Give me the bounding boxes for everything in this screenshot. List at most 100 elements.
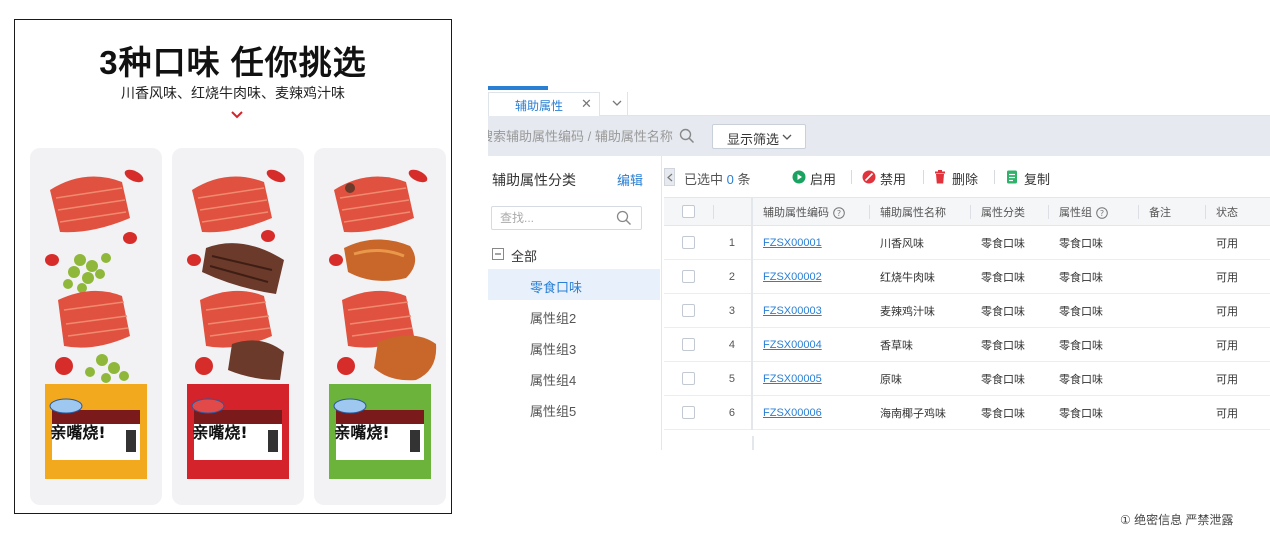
- row-status: 可用: [1206, 361, 1270, 396]
- table-row[interactable]: 6 FZSX00006 海南椰子鸡味 零食口味 零食口味 可用: [664, 395, 1270, 430]
- header-remark[interactable]: 备注: [1139, 197, 1206, 226]
- search-icon[interactable]: [679, 128, 695, 144]
- row-group: 零食口味: [1049, 361, 1139, 396]
- row-index: 2: [714, 259, 753, 294]
- tree-item-group2[interactable]: 属性组2: [488, 300, 660, 331]
- divider: [994, 170, 995, 184]
- header-status-label: 状态: [1216, 206, 1238, 219]
- divider: [923, 170, 924, 184]
- row-status: 可用: [1206, 259, 1270, 294]
- tab-aux-attribute[interactable]: 辅助属性 ✕: [488, 92, 600, 116]
- tree-item-group4[interactable]: 属性组4: [488, 362, 660, 393]
- search-icon[interactable]: [616, 210, 632, 226]
- row-index: 3: [714, 293, 753, 328]
- row-remark: [1139, 361, 1206, 396]
- row-checkbox[interactable]: [682, 304, 695, 317]
- row-name: 川香风味: [870, 225, 971, 260]
- divider: [851, 170, 852, 184]
- header-code-label: 辅助属性编码: [763, 206, 829, 219]
- category-edit-link[interactable]: 编辑: [617, 170, 643, 189]
- search-box: [488, 124, 703, 148]
- row-checkbox[interactable]: [682, 406, 695, 419]
- row-code-link[interactable]: FZSX00003: [763, 305, 822, 317]
- search-input[interactable]: [488, 124, 700, 148]
- row-checkbox[interactable]: [682, 338, 695, 351]
- row-category: 零食口味: [971, 293, 1049, 328]
- table-row[interactable]: 5 FZSX00005 原味 零食口味 零食口味 可用: [664, 361, 1270, 396]
- collapse-panel-button[interactable]: [664, 168, 675, 186]
- row-checkbox[interactable]: [682, 270, 695, 283]
- row-code-link[interactable]: FZSX00002: [763, 271, 822, 283]
- row-category: 零食口味: [971, 259, 1049, 294]
- svg-text:?: ?: [837, 209, 841, 218]
- row-group: 零食口味: [1049, 225, 1139, 260]
- aux-attribute-window: 辅助属性 ✕ 显示筛选 辅助属性分类 编辑 全部 零食口味 属性组2 属性组3: [488, 86, 1270, 450]
- header-status[interactable]: 状态: [1206, 197, 1270, 226]
- delete-label: 删除: [952, 172, 979, 187]
- table-row[interactable]: 2 FZSX00002 红烧牛肉味 零食口味 零食口味 可用: [664, 259, 1270, 294]
- tree-item-group5[interactable]: 属性组5: [488, 393, 660, 424]
- chevron-down-icon: [612, 100, 622, 106]
- enable-label: 启用: [810, 172, 837, 187]
- chevron-down-icon: [782, 134, 792, 140]
- header-group-label: 属性组: [1059, 206, 1092, 219]
- show-filter-label: 显示筛选: [727, 132, 780, 147]
- row-remark: [1139, 395, 1206, 430]
- row-code-link[interactable]: FZSX00004: [763, 339, 822, 351]
- help-icon[interactable]: ?: [1096, 206, 1108, 219]
- trash-icon: [935, 170, 945, 184]
- tree-item-snack-flavor[interactable]: 零食口味: [488, 269, 660, 300]
- row-group: 零食口味: [1049, 293, 1139, 328]
- tab-more-button[interactable]: [606, 92, 628, 116]
- category-title: 辅助属性分类: [492, 172, 576, 188]
- row-code-link[interactable]: FZSX00006: [763, 407, 822, 419]
- ban-icon: [862, 170, 876, 184]
- row-category: 零食口味: [971, 327, 1049, 362]
- row-remark: [1139, 293, 1206, 328]
- row-index: 5: [714, 361, 753, 396]
- play-circle-icon: [792, 170, 806, 184]
- header-name[interactable]: 辅助属性名称: [870, 197, 971, 226]
- row-name: 海南椰子鸡味: [870, 395, 971, 430]
- help-icon[interactable]: ?: [833, 206, 845, 219]
- poster-title: 3种口味 任你挑选: [99, 44, 367, 81]
- tree-item-label: 属性组2: [530, 311, 577, 326]
- flavor-card-sichuan: 亲嘴烧!: [30, 148, 162, 505]
- row-remark: [1139, 259, 1206, 294]
- header-name-label: 辅助属性名称: [880, 206, 946, 219]
- row-name: 麦辣鸡汁味: [870, 293, 971, 328]
- product-poster: 3种口味 任你挑选 川香风味、红烧牛肉味、麦辣鸡汁味 亲嘴烧! 亲嘴烧! 亲嘴烧…: [14, 19, 452, 514]
- table-row[interactable]: 3 FZSX00003 麦辣鸡汁味 零食口味 零食口味 可用: [664, 293, 1270, 328]
- copy-icon: [1007, 170, 1017, 184]
- show-filter-button[interactable]: 显示筛选: [712, 124, 806, 149]
- selection-count: 0: [726, 172, 734, 187]
- row-checkbox[interactable]: [682, 372, 695, 385]
- table-row[interactable]: 1 FZSX00001 川香风味 零食口味 零食口味 可用: [664, 225, 1270, 260]
- package-brand-text: 亲嘴烧!: [50, 423, 105, 442]
- table-header-row: 辅助属性编码? 辅助属性名称 属性分类 属性组? 备注 状态: [664, 197, 1270, 226]
- header-group[interactable]: 属性组?: [1049, 197, 1139, 226]
- copy-label: 复制: [1024, 172, 1051, 187]
- close-icon[interactable]: ✕: [581, 96, 592, 112]
- row-status: 可用: [1206, 293, 1270, 328]
- row-code-link[interactable]: FZSX00005: [763, 373, 822, 385]
- row-remark: [1139, 225, 1206, 260]
- row-code-link[interactable]: FZSX00001: [763, 237, 822, 249]
- header-code[interactable]: 辅助属性编码?: [752, 197, 870, 226]
- row-index: 1: [714, 225, 753, 260]
- grid-area: 已选中 0 条 启用 禁用 删除 复制 辅助属性编码 ? 辅助属性名称 属性分类…: [664, 156, 1270, 450]
- tree-item-group3[interactable]: 属性组3: [488, 331, 660, 362]
- flavor-card-beef: 亲嘴烧!: [172, 148, 304, 505]
- collapse-icon[interactable]: [492, 248, 504, 260]
- table-row[interactable]: 4 FZSX00004 香草味 零食口味 零食口味 可用: [664, 327, 1270, 362]
- column-divider: [752, 436, 754, 450]
- aux-attribute-table: 辅助属性编码? 辅助属性名称 属性分类 属性组? 备注 状态 1 FZSX000…: [664, 197, 1270, 430]
- row-checkbox[interactable]: [682, 236, 695, 249]
- select-all-checkbox[interactable]: [682, 205, 695, 218]
- disable-label: 禁用: [880, 172, 907, 187]
- tree-item-label: 属性组5: [530, 404, 577, 419]
- package-brand-text: 亲嘴烧!: [334, 423, 389, 442]
- tab-accent-bar: [488, 86, 548, 90]
- category-search-input[interactable]: [500, 210, 610, 226]
- header-category[interactable]: 属性分类: [971, 197, 1049, 226]
